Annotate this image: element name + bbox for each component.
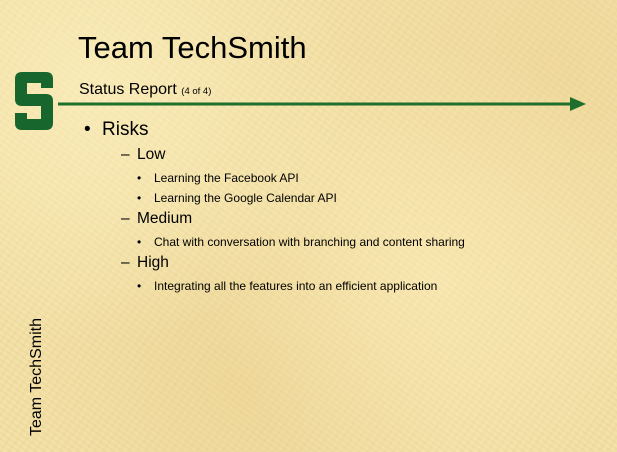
risk-level-low: – Low — [121, 146, 166, 163]
bullet-risks: • Risks — [84, 118, 584, 142]
block-s-logo — [15, 72, 53, 130]
risks-heading: Risks — [102, 119, 149, 140]
arrow-divider — [58, 97, 586, 111]
risk-group-medium: – Medium • Chat with conversation with bra… — [121, 209, 584, 250]
risk-level-medium: – Medium — [121, 210, 193, 227]
risk-item: • Learning the Facebook API — [137, 171, 299, 185]
risk-level-high: – High — [121, 254, 169, 271]
risk-item: • Integrating all the features into an ef… — [137, 279, 438, 293]
risk-group-low: – Low • Learning the Facebook API • Learnin… — [121, 145, 584, 206]
risk-item: • Learning the Google Calendar API — [137, 191, 337, 205]
outline: • Risks – Low • Learning the Facebook API •… — [84, 118, 584, 294]
vertical-team-label: Team TechSmith — [28, 318, 45, 436]
risk-item: • Chat with conversation with branching a… — [137, 235, 465, 249]
slide-title: Team TechSmith — [78, 30, 307, 65]
risk-group-high: – High • Integrating all the features into… — [121, 253, 584, 294]
bullet-dot: • — [84, 119, 91, 140]
slide: Team TechSmith Status Report (4 of 4) • R… — [0, 0, 617, 452]
subtitle-text: Status Report — [79, 81, 177, 98]
page-count: (4 of 4) — [181, 86, 212, 97]
